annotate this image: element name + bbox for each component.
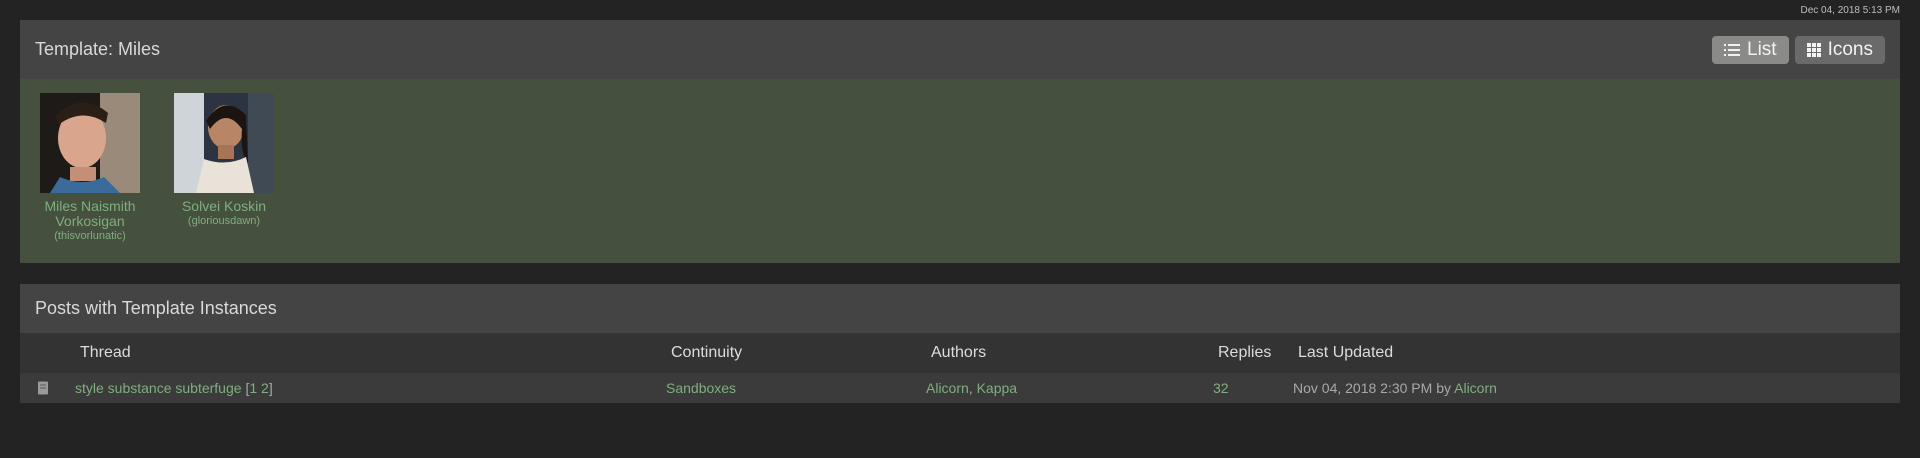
updated-by-link[interactable]: Alicorn — [1454, 380, 1497, 396]
page-1-link[interactable]: 1 — [249, 380, 257, 396]
thread-cell: style substance subterfuge [1 2] — [75, 380, 273, 396]
column-continuity: Continuity — [671, 344, 743, 361]
character-user[interactable]: (gloriousdawn) — [174, 215, 274, 227]
posts-header: Posts with Template Instances — [20, 284, 1900, 333]
thread-icon — [38, 381, 48, 395]
avatar[interactable] — [174, 93, 274, 193]
icons-view-label: Icons — [1827, 38, 1873, 60]
table-row: style substance subterfuge [1 2] Sandbox… — [20, 373, 1900, 403]
template-header: Template: Miles List Icons — [20, 20, 1900, 79]
continuity-link[interactable]: Sandboxes — [666, 380, 736, 396]
table-header: Thread Continuity Authors Replies Last U… — [20, 333, 1900, 373]
column-last-updated: Last Updated — [1298, 344, 1394, 361]
view-switcher: List Icons — [1712, 35, 1885, 64]
grid-icon — [1806, 42, 1821, 57]
avatar[interactable] — [40, 93, 140, 193]
template-panel: Template: Miles List Icons Miles Naismit… — [20, 20, 1900, 263]
replies-link[interactable]: 32 — [1213, 380, 1229, 396]
authors-cell: Alicorn, Kappa — [926, 380, 1017, 396]
updated-by-label: by — [1436, 380, 1451, 396]
updated-time: Nov 04, 2018 2:30 PM — [1293, 380, 1433, 396]
column-authors: Authors — [931, 344, 987, 361]
character-card[interactable]: Miles Naismith Vorkosigan (thisvorlunati… — [40, 93, 140, 242]
author-separator: , — [968, 380, 973, 396]
column-replies: Replies — [1218, 344, 1272, 361]
thread-link[interactable]: style substance subterfuge — [75, 380, 242, 396]
last-updated-cell: Nov 04, 2018 2:30 PM by Alicorn — [1293, 380, 1497, 396]
author-link[interactable]: Kappa — [977, 380, 1017, 396]
list-view-button[interactable]: List — [1712, 35, 1789, 64]
icons-view-button[interactable]: Icons — [1794, 35, 1885, 64]
posts-panel: Posts with Template Instances Thread Con… — [20, 284, 1900, 403]
character-user[interactable]: (thisvorlunatic) — [40, 230, 140, 242]
page-2-link[interactable]: 2 — [261, 380, 269, 396]
character-card[interactable]: Solvei Koskin (gloriousdawn) — [174, 93, 274, 242]
list-icon — [1724, 43, 1740, 56]
character-gallery: Miles Naismith Vorkosigan (thisvorlunati… — [20, 79, 1900, 242]
column-thread: Thread — [80, 344, 131, 361]
page-title: Template: Miles — [35, 39, 161, 59]
page-bracket-close: ] — [268, 380, 273, 396]
character-name[interactable]: Miles Naismith Vorkosigan — [40, 199, 140, 229]
list-view-label: List — [1747, 38, 1777, 60]
author-link[interactable]: Alicorn — [926, 380, 969, 396]
timestamp: Dec 04, 2018 5:13 PM — [1800, 5, 1900, 16]
character-name[interactable]: Solvei Koskin — [174, 199, 274, 214]
posts-title: Posts with Template Instances — [35, 298, 277, 318]
